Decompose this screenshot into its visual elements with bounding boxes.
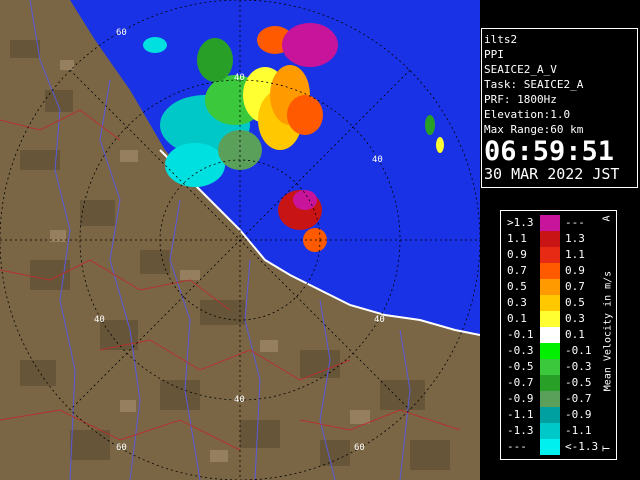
elevation-value: Elevation:1.0 <box>484 108 571 121</box>
legend-max-value: 1.3 <box>565 232 585 245</box>
legend-swatch <box>540 359 560 375</box>
scan-mode: PPI <box>484 48 504 61</box>
legend-top-symbol: A <box>601 215 613 222</box>
legend-swatch <box>540 343 560 359</box>
legend-unit-label: Mean Velocity in m/s <box>602 270 614 392</box>
legend-swatch <box>540 327 560 343</box>
legend-max-value: --- <box>565 216 585 229</box>
legend-swatch <box>540 263 560 279</box>
legend-max-value: 0.7 <box>565 280 585 293</box>
legend-min-value: -0.7 <box>507 376 534 389</box>
ring-label: 40 <box>374 315 385 325</box>
max-range-value: Max Range:60 km <box>484 123 584 136</box>
legend-max-value: <-1.3 <box>565 440 599 453</box>
legend-swatch <box>540 311 560 327</box>
legend-min-value: 0.7 <box>507 264 527 277</box>
legend-swatch <box>540 231 560 247</box>
scan-time: 06:59:51 <box>484 136 615 167</box>
radar-ppi-display[interactable]: 60 40 40 40 40 40 60 60 <box>0 0 480 480</box>
color-legend: >1.3 --- 1.1 1.3 0.9 1.1 0.7 0.9 0.5 0.7 0.3 0.5 0.1… <box>500 210 617 460</box>
ring-label: 40 <box>234 395 245 405</box>
ring-label: 40 <box>372 155 383 165</box>
prf-value: PRF: 1800Hz <box>484 93 557 106</box>
legend-min-value: -0.1 <box>507 328 534 341</box>
legend-min-value: 1.1 <box>507 232 527 245</box>
legend-max-value: 0.1 <box>565 328 585 341</box>
legend-swatch <box>540 423 560 439</box>
legend-max-value: -0.9 <box>565 408 592 421</box>
legend-max-value: 1.1 <box>565 248 585 261</box>
ring-label: 60 <box>116 443 127 453</box>
legend-swatch <box>540 247 560 263</box>
legend-swatch <box>540 439 560 455</box>
task-name: Task: SEAICE2_A <box>484 78 584 91</box>
legend-min-value: -0.5 <box>507 360 534 373</box>
legend-bottom-symbol: T <box>601 445 613 452</box>
legend-swatch <box>540 295 560 311</box>
legend-max-value: -1.1 <box>565 424 592 437</box>
ring-label: 40 <box>234 73 245 83</box>
legend-min-value: 0.1 <box>507 312 527 325</box>
legend-max-value: -0.5 <box>565 376 592 389</box>
legend-swatch <box>540 279 560 295</box>
info-panel: ilts2 PPI SEAICE2_A_V Task: SEAICE2_A PR… <box>481 28 638 188</box>
legend-row: --- <-1.3 <box>501 439 618 455</box>
legend-min-value: --- <box>507 440 527 453</box>
legend-min-value: 0.9 <box>507 248 527 261</box>
legend-min-value: >1.3 <box>507 216 534 229</box>
product-name: SEAICE2_A_V <box>484 63 557 76</box>
legend-swatch <box>540 215 560 231</box>
legend-row: >1.3 --- <box>501 215 618 231</box>
legend-max-value: -0.1 <box>565 344 592 357</box>
legend-min-value: 0.3 <box>507 296 527 309</box>
legend-max-value: -0.3 <box>565 360 592 373</box>
legend-swatch <box>540 375 560 391</box>
legend-max-value: 0.5 <box>565 296 585 309</box>
legend-min-value: -1.3 <box>507 424 534 437</box>
legend-swatch <box>540 407 560 423</box>
legend-min-value: -0.3 <box>507 344 534 357</box>
scan-date: 30 MAR 2022 JST <box>484 165 620 183</box>
ring-label: 60 <box>116 28 127 38</box>
legend-max-value: -0.7 <box>565 392 592 405</box>
legend-min-value: -1.1 <box>507 408 534 421</box>
legend-max-value: 0.3 <box>565 312 585 325</box>
legend-max-value: 0.9 <box>565 264 585 277</box>
legend-swatch <box>540 391 560 407</box>
ring-label: 40 <box>94 315 105 325</box>
site-name: ilts2 <box>484 33 518 46</box>
legend-min-value: 0.5 <box>507 280 527 293</box>
ring-label: 60 <box>354 443 365 453</box>
legend-min-value: -0.9 <box>507 392 534 405</box>
